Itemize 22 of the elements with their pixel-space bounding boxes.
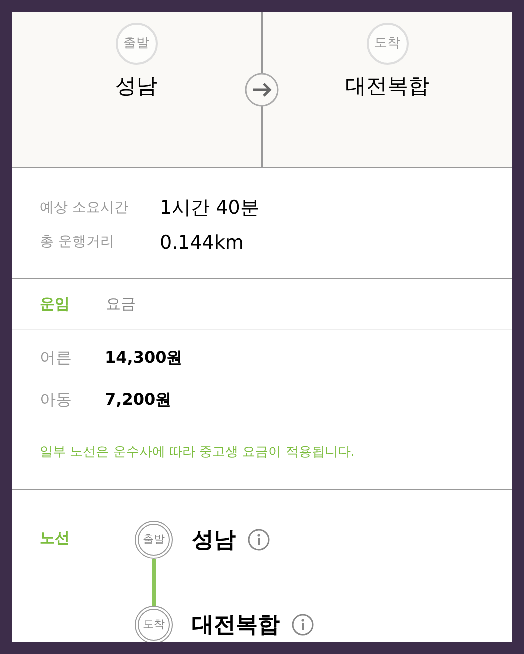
station-badge: 출발	[116, 23, 158, 65]
station-badge: 도착	[366, 23, 408, 65]
summary-value: 1시간 40분	[160, 196, 260, 221]
summary-label: 예상 소요시간	[40, 198, 130, 218]
fare-label: 아동	[40, 389, 73, 411]
stop-name: 대전복합	[192, 612, 280, 640]
summary-value: 0.144km	[160, 230, 244, 256]
fare-tab[interactable]: 요금	[106, 292, 136, 316]
stop-name: 성남	[192, 526, 236, 554]
fare-value: 7,200원	[105, 389, 172, 411]
fare-note: 일부 노선은 운수사에 따라 중고생 요금이 적용됩니다.	[40, 444, 356, 462]
fare-label: 어른	[40, 347, 73, 369]
fare-value: 14,300원	[105, 347, 183, 369]
info-icon[interactable]	[292, 614, 314, 636]
station-name: 성남	[116, 73, 158, 100]
route-label: 노선	[40, 528, 71, 549]
fare-tab[interactable]: 운임	[40, 292, 70, 316]
stop-badge: 출발	[135, 521, 173, 559]
stop-badge: 도착	[135, 606, 173, 642]
info-icon[interactable]	[248, 529, 270, 551]
station-name: 대전복합	[346, 73, 430, 100]
summary-label: 총 운행거리	[40, 233, 116, 252]
